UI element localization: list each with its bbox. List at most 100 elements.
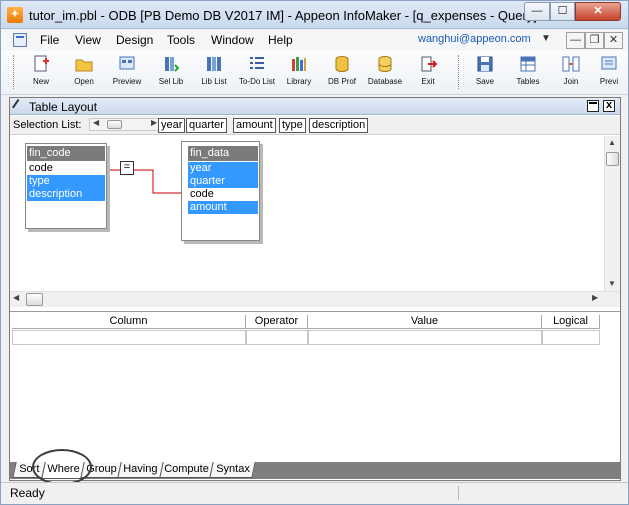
table-fin-data[interactable]: fin_data year quarter code amount: [181, 141, 260, 241]
selection-item-quarter[interactable]: quarter: [186, 118, 227, 133]
user-account-link[interactable]: wanghui@appeon.com: [418, 33, 531, 45]
window-title: tutor_im.pbl - ODB [PB Demo DB V2017 IM]…: [29, 8, 537, 23]
menu-file[interactable]: File: [40, 33, 59, 47]
toolbar: New Open Preview Sel Lib Lib List To-Do …: [1, 51, 628, 95]
database-label: Database: [367, 77, 403, 86]
sheet-title-bar[interactable]: Table Layout x: [10, 98, 620, 115]
menu-tools[interactable]: Tools: [167, 33, 195, 47]
minimize-button[interactable]: —: [524, 2, 550, 21]
scroll-up-icon[interactable]: ▲: [608, 138, 616, 147]
layout-horizontal-scrollbar[interactable]: ◀ ▶: [10, 291, 620, 307]
preview-icon: [118, 55, 136, 73]
scroll-right-icon[interactable]: ▶: [151, 118, 157, 127]
selection-item-year[interactable]: year: [158, 118, 186, 133]
new-button[interactable]: New: [19, 53, 63, 93]
sheet-maximize-button[interactable]: [587, 100, 599, 112]
value-header: Value: [308, 315, 542, 329]
select-library-button[interactable]: Sel Lib: [149, 53, 193, 93]
user-dropdown-icon[interactable]: ▼: [541, 33, 551, 44]
menu-view[interactable]: View: [75, 33, 101, 47]
join-operator-box[interactable]: =: [120, 161, 134, 175]
db-profile-label: DB Prof: [327, 77, 356, 86]
join-button[interactable]: Join: [549, 53, 593, 93]
toolbar-grip-2[interactable]: [458, 55, 461, 89]
infomaker-app-icon: ✦: [7, 7, 23, 23]
column-code[interactable]: code: [27, 162, 105, 175]
column-amount[interactable]: amount: [188, 201, 258, 214]
library-button[interactable]: Library: [277, 53, 321, 93]
database-button[interactable]: Database: [363, 53, 407, 93]
selection-item-type[interactable]: type: [279, 118, 306, 133]
horizontal-scroll-thumb[interactable]: [26, 293, 43, 306]
tab-group[interactable]: Group: [80, 462, 122, 478]
value-cell[interactable]: [308, 330, 542, 345]
column-code[interactable]: code: [188, 188, 258, 201]
logical-cell[interactable]: [542, 330, 600, 345]
todo-list-button[interactable]: To-Do List: [235, 53, 279, 93]
column-description[interactable]: description: [27, 188, 105, 201]
mdi-minimize-button[interactable]: —: [566, 32, 585, 49]
close-button[interactable]: ✕: [575, 2, 621, 21]
tab-having[interactable]: Having: [117, 462, 164, 478]
vertical-scroll-thumb[interactable]: [606, 152, 619, 166]
mdi-restore-button[interactable]: ❐: [585, 32, 604, 49]
open-button[interactable]: Open: [62, 53, 106, 93]
column-cell[interactable]: [12, 330, 246, 345]
selection-item-amount[interactable]: amount: [233, 118, 276, 133]
select-library-label: Sel Lib: [158, 77, 184, 86]
title-bar[interactable]: ✦ tutor_im.pbl - ODB [PB Demo DB V2017 I…: [1, 1, 628, 29]
pin-icon[interactable]: [12, 99, 26, 113]
preview-sql-button[interactable]: Previ: [591, 53, 627, 93]
scroll-right-icon[interactable]: ▶: [592, 293, 598, 302]
selection-list-scrollbar[interactable]: ◀ ▶: [89, 118, 161, 131]
table-layout-sheet: Table Layout x Selection List: ◀ ▶ year …: [9, 97, 621, 481]
table-layout-canvas[interactable]: fin_code code type description = fin_dat…: [10, 136, 604, 296]
selection-item-description[interactable]: description: [309, 118, 369, 133]
operator-cell[interactable]: [246, 330, 308, 345]
library-icon: [290, 55, 308, 73]
mdi-close-button[interactable]: ✕: [604, 32, 623, 49]
menu-window[interactable]: Window: [211, 33, 254, 47]
scroll-left-icon[interactable]: ◀: [93, 118, 99, 127]
scroll-down-icon[interactable]: ▼: [608, 279, 616, 288]
library-list-button[interactable]: Lib List: [192, 53, 236, 93]
status-text: Ready: [10, 486, 45, 500]
library-list-icon: [205, 55, 223, 73]
tables-icon: [519, 55, 537, 73]
tab-where[interactable]: Where: [41, 462, 85, 479]
preview-button[interactable]: Preview: [105, 53, 149, 93]
layout-vertical-scrollbar[interactable]: ▲ ▼: [604, 136, 620, 296]
document-menu-icon[interactable]: [13, 33, 27, 47]
maximize-button[interactable]: ☐: [550, 2, 575, 21]
toolbar-grip[interactable]: [13, 55, 16, 89]
tab-sort[interactable]: Sort: [12, 462, 46, 478]
menu-help[interactable]: Help: [268, 33, 293, 47]
table-name[interactable]: fin_data: [188, 146, 258, 161]
selection-list-label: Selection List:: [13, 119, 82, 131]
save-icon: [476, 55, 494, 73]
tab-syntax[interactable]: Syntax: [209, 462, 256, 478]
column-quarter[interactable]: quarter: [188, 175, 258, 188]
menu-bar: File View Design Tools Window Help wangh…: [1, 30, 628, 51]
db-profile-button[interactable]: DB Prof: [320, 53, 364, 93]
exit-button[interactable]: Exit: [406, 53, 450, 93]
select-library-icon: [162, 55, 180, 73]
column-type[interactable]: type: [27, 175, 105, 188]
tables-button[interactable]: Tables: [506, 53, 550, 93]
table-fin-code[interactable]: fin_code code type description: [25, 143, 107, 229]
preview-icon-2: [600, 55, 618, 73]
tab-compute[interactable]: Compute: [159, 462, 214, 478]
scroll-left-icon[interactable]: ◀: [13, 293, 19, 302]
open-folder-icon: [75, 55, 93, 73]
sheet-close-button[interactable]: x: [603, 100, 615, 112]
new-label: New: [32, 77, 49, 86]
table-name[interactable]: fin_code: [27, 146, 105, 161]
exit-icon: [419, 55, 438, 73]
menu-design[interactable]: Design: [116, 33, 153, 47]
status-divider: [458, 486, 459, 500]
column-year[interactable]: year: [188, 162, 258, 175]
where-criteria-grid: Column Operator Value Logical: [10, 311, 620, 461]
save-button[interactable]: Save: [463, 53, 507, 93]
selection-scroll-thumb[interactable]: [107, 120, 122, 129]
app-window: ✦ tutor_im.pbl - ODB [PB Demo DB V2017 I…: [0, 0, 629, 505]
